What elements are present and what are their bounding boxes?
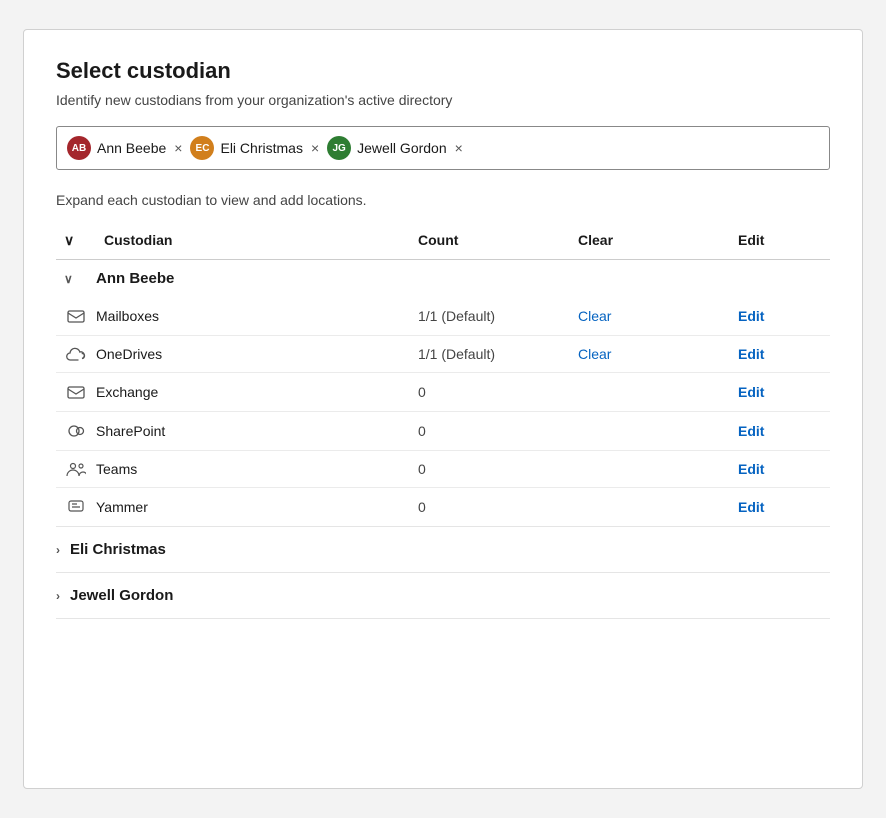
mailboxes-count: 1/1 (Default) [410,308,570,324]
table-header: ∨ Custodian Count Clear Edit [56,222,830,260]
yammer-edit-cell: Edit [730,499,830,515]
onedrives-clear-cell: Clear [570,346,730,362]
tag-label-ann-beebe: Ann Beebe [97,140,166,156]
mailboxes-clear-cell: Clear [570,308,730,324]
avatar-jewell-gordon: JG [327,136,351,160]
custodian-section-eli-christmas[interactable]: › Eli Christmas [56,527,830,573]
page-subtitle: Identify new custodians from your organi… [56,92,830,108]
item-row-sharepoint: SharePoint 0 Edit [56,412,830,451]
expand-icon-jewell-gordon: › [56,589,60,603]
yammer-edit-button[interactable]: Edit [730,499,772,515]
tag-eli-christmas: EC Eli Christmas × [190,136,321,160]
yammer-label: Yammer [96,499,148,515]
expand-hint: Expand each custodian to view and add lo… [56,192,830,208]
exchange-edit-cell: Edit [730,384,830,400]
header-chevron: ∨ [64,232,74,248]
teams-label-cell: Teams [96,461,410,477]
tag-label-jewell-gordon: Jewell Gordon [357,140,447,156]
header-clear: Clear [570,228,730,253]
onedrives-clear-button[interactable]: Clear [570,346,619,362]
header-count: Count [410,228,570,253]
sharepoint-label-cell: SharePoint [96,423,410,439]
exchange-count: 0 [410,384,570,400]
remove-tag-jewell-gordon[interactable]: × [453,141,465,155]
custodian-section-ann-beebe: ∨ Ann Beebe Mailboxes 1/1 (Default) [56,260,830,527]
item-row-teams: Teams 0 Edit [56,451,830,488]
teams-icon [56,461,96,477]
custodians-table: ∨ Custodian Count Clear Edit ∨ Ann Beebe [56,222,830,619]
sharepoint-edit-cell: Edit [730,423,830,439]
sharepoint-count: 0 [410,423,570,439]
yammer-count: 0 [410,499,570,515]
onedrives-label-cell: OneDrives [96,346,410,362]
mailboxes-edit-cell: Edit [730,308,830,324]
mailboxes-label-cell: Mailboxes [96,308,410,324]
avatar-ann-beebe: AB [67,136,91,160]
custodian-name-eli-christmas: Eli Christmas [70,541,166,558]
exchange-edit-button[interactable]: Edit [730,384,772,400]
custodian-section-jewell-gordon[interactable]: › Jewell Gordon [56,573,830,619]
onedrives-edit-button[interactable]: Edit [730,346,772,362]
onedrives-edit-cell: Edit [730,346,830,362]
onedrives-label: OneDrives [96,346,162,362]
onedrives-count: 1/1 (Default) [410,346,570,362]
item-row-exchange: Exchange 0 Edit [56,373,830,412]
yammer-icon [56,498,96,516]
collapse-icon-ann-beebe[interactable]: ∨ [56,272,96,286]
mailboxes-clear-button[interactable]: Clear [570,308,619,324]
teams-edit-button[interactable]: Edit [730,461,772,477]
exchange-label-cell: Exchange [96,384,410,400]
mailboxes-edit-button[interactable]: Edit [730,308,772,324]
teams-label: Teams [96,461,137,477]
select-custodian-panel: Select custodian Identify new custodians… [23,29,863,789]
mailboxes-label: Mailboxes [96,308,159,324]
yammer-label-cell: Yammer [96,499,410,515]
item-row-yammer: Yammer 0 Edit [56,488,830,526]
header-edit: Edit [730,228,830,253]
item-row-mailboxes: Mailboxes 1/1 (Default) Clear Edit [56,297,830,336]
item-row-onedrives: OneDrives 1/1 (Default) Clear Edit [56,336,830,373]
avatar-eli-christmas: EC [190,136,214,160]
teams-edit-cell: Edit [730,461,830,477]
tag-jewell-gordon: JG Jewell Gordon × [327,136,465,160]
custodian-name-jewell-gordon: Jewell Gordon [70,587,173,604]
mailbox-icon [56,307,96,325]
page-title: Select custodian [56,58,830,84]
sharepoint-label: SharePoint [96,423,165,439]
expand-icon-eli-christmas: › [56,543,60,557]
custodian-row-ann-beebe[interactable]: ∨ Ann Beebe [56,260,830,297]
onedrive-icon [56,347,96,361]
tag-label-eli-christmas: Eli Christmas [220,140,302,156]
remove-tag-eli-christmas[interactable]: × [309,141,321,155]
header-custodian: Custodian [96,228,410,253]
tag-ann-beebe: AB Ann Beebe × [67,136,184,160]
header-expand-col: ∨ [56,228,96,253]
exchange-label: Exchange [96,384,158,400]
remove-tag-ann-beebe[interactable]: × [172,141,184,155]
sharepoint-edit-button[interactable]: Edit [730,423,772,439]
exchange-icon [56,383,96,401]
custodian-name-ann-beebe: Ann Beebe [96,270,410,287]
sharepoint-icon [56,422,96,440]
teams-count: 0 [410,461,570,477]
custodian-tag-input[interactable]: AB Ann Beebe × EC Eli Christmas × JG Jew… [56,126,830,170]
